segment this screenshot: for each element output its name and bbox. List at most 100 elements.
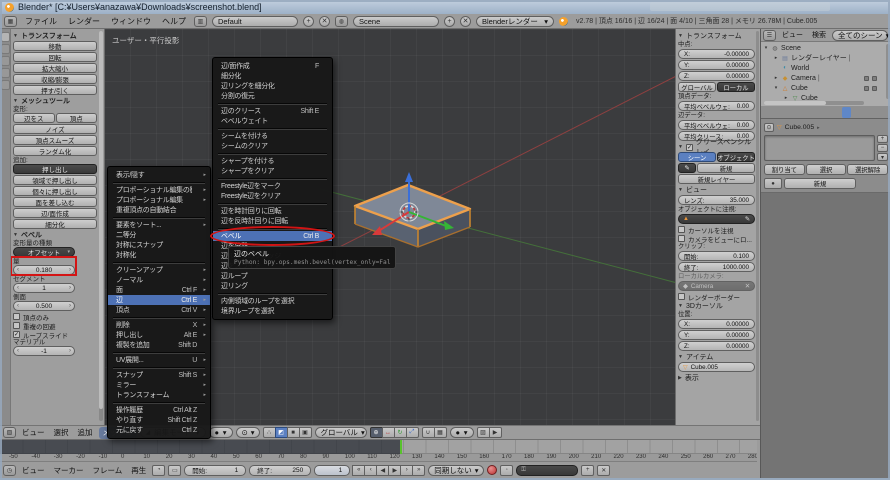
menu-search-outliner[interactable]: 検索 — [809, 30, 829, 40]
menu-item[interactable]: プロポーショナル編集 ▸ — [108, 195, 210, 205]
tool-button[interactable]: ランダム化 — [13, 146, 97, 156]
expand-caret-icon[interactable]: ▸ — [773, 55, 779, 61]
lock-object-field[interactable]: ▲✎ — [678, 214, 755, 224]
menu-item[interactable]: 対称にスナップ — [108, 240, 210, 250]
tool-button[interactable]: 細分化 — [13, 219, 97, 229]
insert-keyframe-button[interactable]: + — [581, 465, 594, 476]
menu-add[interactable]: 追加 — [75, 427, 96, 438]
menu-item[interactable]: 辺を時計回りに回転 — [213, 206, 332, 216]
menu-item[interactable]: Freestyle辺をマーク — [213, 181, 332, 191]
menu-item[interactable]: 元に戻す Ctrl Z — [108, 425, 210, 435]
auto-keyframe-record-button[interactable] — [487, 465, 497, 475]
lens-slider[interactable]: レンズ:35.000 — [678, 195, 755, 205]
menu-item[interactable]: 重複頂点の自動結合 — [108, 205, 210, 215]
segments-slider[interactable]: 1 — [13, 283, 75, 293]
screen-layout-select[interactable]: Default — [212, 16, 298, 27]
snap-magnet-button[interactable]: ∪ — [422, 427, 435, 438]
global-toggle[interactable]: グローバル — [678, 82, 716, 92]
properties-tab-icon[interactable] — [762, 107, 771, 118]
checkbox[interactable] — [678, 293, 685, 300]
eyedropper-icon[interactable]: ✎ — [745, 216, 750, 223]
editor-type-icon[interactable]: ◷ — [3, 465, 16, 476]
clip-start-slider[interactable]: 開始:0.100 — [678, 251, 755, 261]
properties-tab-icon[interactable] — [842, 107, 851, 118]
menu-item[interactable]: ミラー ▸ — [108, 380, 210, 390]
properties-tab-icon[interactable] — [852, 107, 861, 118]
panel-header-item[interactable]: ▼アイテム — [678, 352, 755, 362]
panel-header-meshtools[interactable]: ▼メッシュツール — [13, 96, 97, 106]
panel-header-transform-n[interactable]: ▼トランスフォーム — [678, 31, 755, 41]
menu-view-outliner[interactable]: ビュー — [779, 30, 806, 40]
restrict-toggle-icons[interactable] — [864, 76, 877, 81]
add-scene-button[interactable]: + — [444, 16, 455, 27]
tool-button[interactable]: 面を差し込む — [13, 197, 97, 207]
timeline-current-frame-cursor[interactable] — [400, 440, 402, 454]
tool-button[interactable]: 辺/面作成 — [13, 208, 97, 218]
properties-tab-icon[interactable] — [822, 107, 831, 118]
mean-bevel-weight-vertex-slider[interactable]: 平均ベベルウェ:0.00 — [678, 101, 755, 111]
occlude-geometry-button[interactable]: ▣ — [299, 427, 312, 438]
menu-marker[interactable]: マーカー — [51, 465, 87, 476]
properties-tab-icon[interactable] — [772, 107, 781, 118]
properties-tab-icon[interactable] — [802, 107, 811, 118]
new-material-button[interactable]: 新規 — [784, 178, 856, 189]
menu-file[interactable]: ファイル — [22, 16, 60, 27]
camera-to-view-row[interactable]: カメラをビューにロ... — [678, 234, 755, 243]
menu-item[interactable]: クリーンアップ ▸ — [108, 265, 210, 275]
menu-item[interactable]: スナップ Shift S ▸ — [108, 370, 210, 380]
editor-type-icon[interactable]: ☰ — [763, 30, 776, 41]
frame-end-slider[interactable]: 終了:250 — [249, 465, 311, 476]
menu-item[interactable]: ベベル Ctrl B — [213, 231, 332, 241]
expand-caret-icon[interactable]: ▾ — [763, 45, 769, 51]
menu-item[interactable]: 対称化 — [108, 250, 210, 260]
tool-button[interactable]: 頂点スムーズ — [13, 135, 97, 145]
timeline-ruler[interactable]: -50-40-30-20-100102030405060708090100110… — [0, 454, 757, 462]
tool-shelf-tab[interactable] — [1, 80, 10, 90]
menu-item[interactable]: 境界ループを選択 — [213, 306, 332, 316]
amount-slider[interactable]: 0.180 — [13, 265, 75, 275]
pivot-select[interactable]: ⊙▾ — [236, 427, 260, 438]
menu-item[interactable]: シャープをクリア — [213, 166, 332, 176]
menu-item[interactable]: 分割の復元 — [213, 91, 332, 101]
menu-item[interactable]: 辺リング — [213, 281, 332, 291]
grease-pencil-checkbox[interactable]: ✓ — [686, 144, 693, 151]
tool-shelf-scrollbar[interactable] — [99, 31, 103, 421]
add-slot-button[interactable]: + — [877, 135, 888, 143]
active-keying-set-field[interactable]: ⚿ — [516, 465, 578, 476]
menu-item[interactable]: 辺のクリース Shift E — [213, 106, 332, 116]
menu-item[interactable]: 押し出し Alt E ▸ — [108, 330, 210, 340]
checkbox-row[interactable]: ✓ループスライド — [13, 330, 97, 339]
properties-tab-icon[interactable] — [872, 107, 881, 118]
render-engine-select[interactable]: Blenderレンダー ▾ — [476, 16, 554, 27]
width-type-select[interactable]: オフセット — [13, 247, 75, 257]
frame-start-slider[interactable]: 開始:1 — [184, 465, 246, 476]
menu-item[interactable]: 細分化 — [213, 71, 332, 81]
add-layout-button[interactable]: + — [303, 16, 314, 27]
outliner-filter-select[interactable]: 全てのシーン▾ — [832, 30, 888, 41]
median-z-slider[interactable]: Z:0.00000 — [678, 71, 755, 81]
gp-scene-toggle[interactable]: シーン — [678, 152, 716, 162]
menu-window[interactable]: ウィンドウ — [108, 16, 154, 27]
tool-button[interactable]: 拡大縮小 — [13, 63, 97, 73]
browse-material-icon-button[interactable]: ● — [764, 178, 782, 189]
gp-new-layer-button[interactable]: 新規レイヤー — [678, 174, 755, 184]
profile-slider[interactable]: 0.500 — [13, 301, 75, 311]
menu-help[interactable]: ヘルプ — [159, 16, 189, 27]
item-name-field[interactable]: ▽Cube.005 — [678, 362, 755, 372]
npanel-scrollbar[interactable] — [756, 31, 759, 421]
checkbox[interactable]: ✓ — [13, 331, 20, 338]
scene-icon[interactable]: ◍ — [335, 16, 348, 27]
menu-item[interactable]: シャープを付ける — [213, 156, 332, 166]
menu-item[interactable]: シームのクリア — [213, 141, 332, 151]
menu-item[interactable]: 内側領域のループを選択 — [213, 296, 332, 306]
menu-item[interactable]: 面 Ctrl F ▸ — [108, 285, 210, 295]
menu-item[interactable]: やり直す Shift Ctrl Z — [108, 415, 210, 425]
sync-mode-select[interactable]: 同期しない▾ — [428, 465, 484, 476]
panel-header-3d-cursor[interactable]: ▼3Dカーソル — [678, 301, 755, 311]
median-x-slider[interactable]: X:-0.00000 — [678, 49, 755, 59]
properties-tab-icon[interactable] — [832, 107, 841, 118]
rotate-manipulator-button[interactable]: ↻ — [394, 427, 407, 438]
preview-range-button[interactable]: ◔ — [152, 465, 165, 476]
current-frame-field[interactable]: 1 — [314, 465, 350, 476]
outliner-row[interactable]: ▾ △ Cube — [763, 83, 890, 93]
